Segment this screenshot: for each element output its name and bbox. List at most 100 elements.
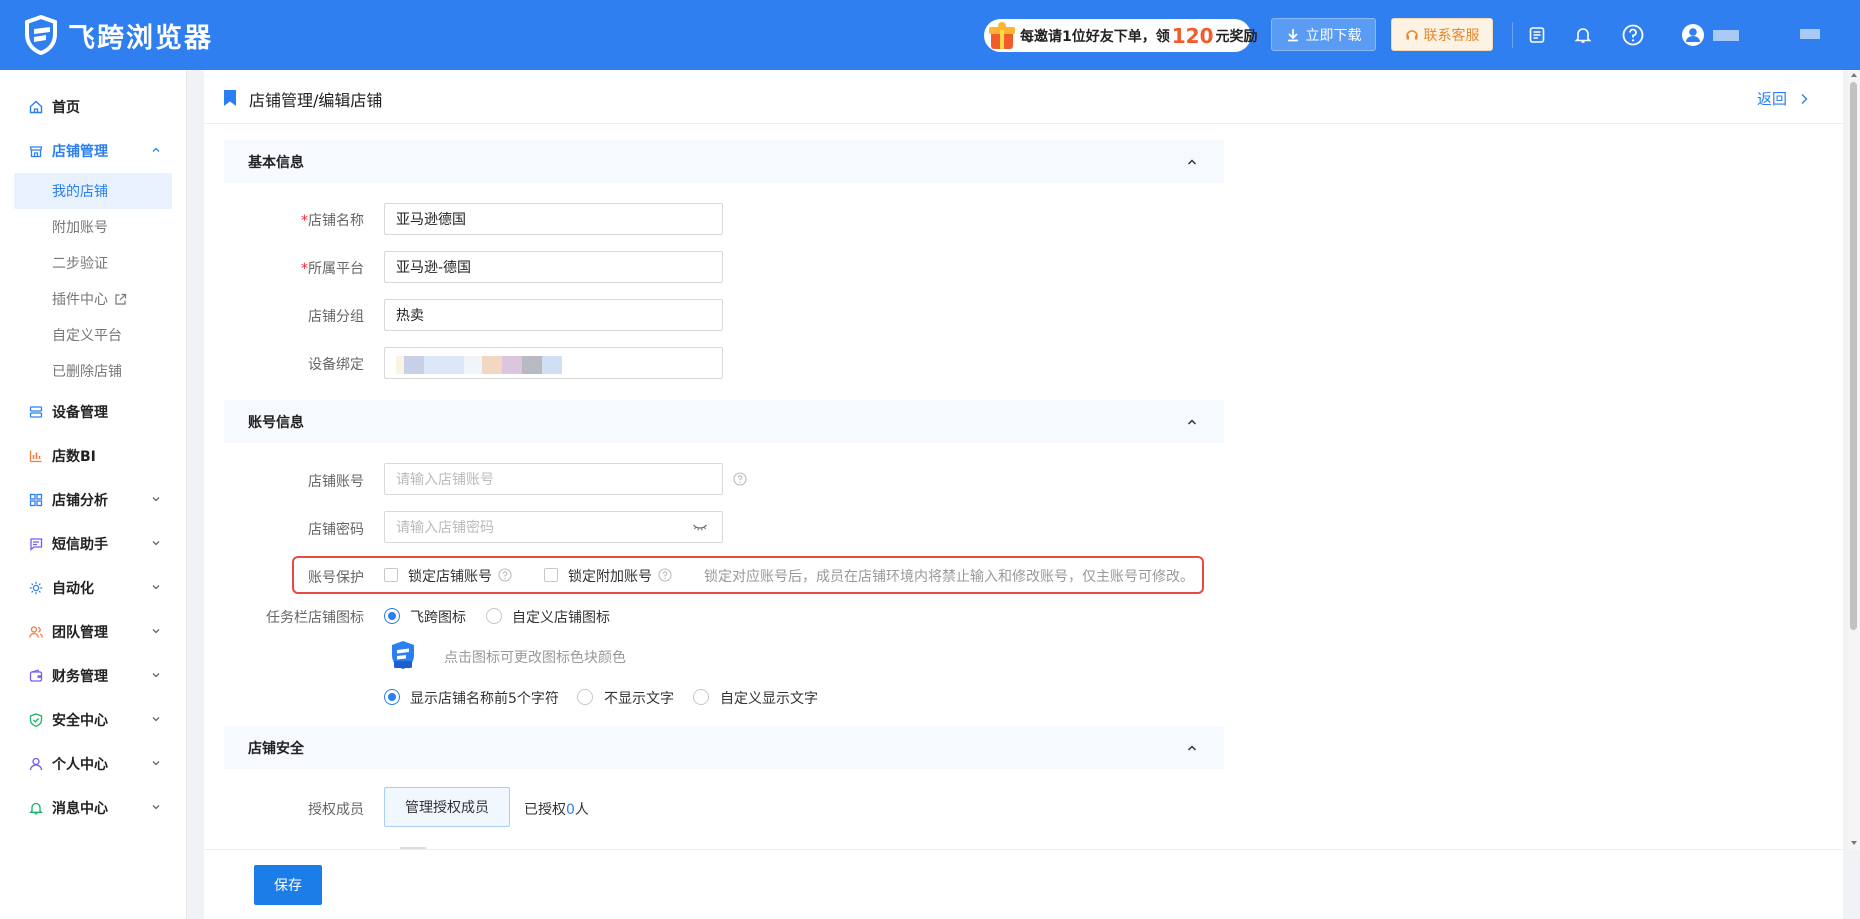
chevron-down-icon (152, 717, 160, 722)
user-avatar-icon[interactable] (1680, 22, 1706, 48)
question-circle-icon[interactable] (658, 568, 672, 582)
required-mark: * (301, 213, 308, 229)
device-binding-label: 设备绑定 (308, 357, 364, 373)
vertical-scrollbar[interactable] (1848, 70, 1860, 850)
sidebar-item-team-management[interactable]: 团队管理 (0, 615, 187, 649)
chevron-up-icon[interactable] (1186, 742, 1198, 754)
show-first-5-chars-radio[interactable] (384, 689, 400, 705)
platform-label: *所属平台 (204, 258, 364, 278)
header-divider (1512, 22, 1513, 48)
contact-service-button[interactable]: 联系客服 (1391, 18, 1493, 51)
subitem-label: 二步验证 (52, 256, 108, 272)
chevron-up-icon[interactable] (1186, 416, 1198, 428)
chevron-right-icon (1801, 93, 1808, 104)
platform-select[interactable]: 亚马逊-德国 (384, 251, 723, 283)
notes-icon[interactable] (1524, 22, 1550, 48)
eye-closed-icon[interactable] (692, 521, 708, 533)
device-binding-field[interactable] (384, 347, 723, 379)
store-icon (28, 143, 44, 159)
store-account-label: 店铺账号 (308, 474, 364, 490)
sidebar-item-label: 财务管理 (52, 669, 108, 685)
team-icon (28, 624, 44, 640)
section-basic-info[interactable]: 基本信息 (224, 140, 1224, 183)
scroll-up-arrow-icon[interactable] (1848, 70, 1860, 80)
section-store-security[interactable]: 店铺安全 (224, 726, 1224, 769)
lock-store-account-checkbox[interactable] (384, 568, 398, 582)
store-password-input[interactable]: 请输入店铺密码 (384, 511, 723, 543)
section-account-info[interactable]: 账号信息 (224, 400, 1224, 443)
sidebar-item-automation[interactable]: 自动化 (0, 571, 187, 605)
sidebar-subitem-additional-accounts[interactable]: 附加账号 (14, 209, 172, 245)
feikua-icon-option: 飞跨图标 (410, 610, 466, 626)
bell-icon (28, 800, 44, 816)
sidebar-subitem-plugin-center[interactable]: 插件中心 (14, 281, 172, 317)
lock-store-account-label: 锁定店铺账号 (408, 569, 492, 585)
page-title: 店铺管理/编辑店铺 (249, 91, 383, 110)
sidebar-item-label: 安全中心 (52, 713, 108, 729)
protection-hint: 锁定对应账号后，成员在店铺环境内将禁止输入和修改账号，仅主账号可修改。 (704, 569, 1194, 585)
subitem-label: 插件中心 (52, 292, 108, 308)
sidebar-item-home[interactable]: 首页 (0, 90, 187, 124)
sidebar-subitem-deleted-stores[interactable]: 已删除店铺 (14, 353, 172, 389)
custom-text-radio[interactable] (693, 689, 709, 705)
sidebar-item-sms-assistant[interactable]: 短信助手 (0, 527, 187, 561)
authorized-prefix: 已授权 (524, 802, 566, 818)
store-group-select[interactable]: 热卖 (384, 299, 723, 331)
custom-icon-radio[interactable] (486, 608, 502, 624)
sidebar-item-label: 设备管理 (52, 405, 108, 421)
sidebar-item-store-bi[interactable]: 店数BI (0, 439, 187, 473)
external-link-icon (115, 293, 127, 305)
sidebar-item-finance-management[interactable]: 财务管理 (0, 659, 187, 693)
question-circle-icon[interactable] (498, 568, 512, 582)
question-circle-icon[interactable] (733, 472, 747, 486)
wallet-icon (28, 668, 44, 684)
store-account-input[interactable]: 请输入店铺账号 (384, 463, 723, 495)
sidebar-item-personal-center[interactable]: 个人中心 (0, 747, 187, 781)
sidebar-item-message-center[interactable]: 消息中心 (0, 791, 187, 825)
chevron-down-icon (152, 629, 160, 634)
sidebar-item-store-management[interactable]: 店铺管理 (0, 134, 187, 168)
bell-icon[interactable] (1570, 22, 1596, 48)
chevron-up-icon (152, 147, 160, 152)
chevron-up-icon[interactable] (1186, 156, 1198, 168)
chevron-down-icon (152, 805, 160, 810)
help-icon[interactable] (1620, 22, 1646, 48)
authorized-suffix: 人 (574, 802, 589, 818)
sidebar-item-store-analysis[interactable]: 店铺分析 (0, 483, 187, 517)
bookmark-icon (224, 90, 236, 106)
authorized-count: 已授权0人 (524, 799, 589, 819)
scroll-thumb[interactable] (1850, 82, 1857, 630)
manage-button-label: 管理授权成员 (405, 800, 489, 816)
sidebar-item-device-management[interactable]: 设备管理 (0, 395, 187, 429)
store-taskbar-icon[interactable] (390, 640, 416, 670)
download-button[interactable]: 立即下载 (1271, 18, 1376, 51)
sun-gear-icon (28, 580, 44, 596)
sidebar-subitem-two-step-verification[interactable]: 二步验证 (14, 245, 172, 281)
feikua-icon-radio[interactable] (384, 608, 400, 624)
save-button[interactable]: 保存 (254, 865, 322, 905)
sidebar-item-security-center[interactable]: 安全中心 (0, 703, 187, 737)
shield-check-icon (28, 712, 44, 728)
form-footer: 保存 (204, 849, 1843, 919)
invite-promo-banner[interactable]: 每邀请1位好友下单，领 120 元奖励 (984, 19, 1258, 52)
promo-prefix: 每邀请1位好友下单，领 (1020, 28, 1170, 45)
required-mark: * (301, 261, 308, 277)
store-name-input[interactable]: 亚马逊德国 (384, 203, 723, 235)
authorized-members-label: 授权成员 (308, 802, 364, 818)
scroll-down-arrow-icon[interactable] (1848, 838, 1860, 848)
sidebar-subitem-custom-platform[interactable]: 自定义平台 (14, 317, 172, 353)
lock-extra-account-checkbox[interactable] (544, 568, 558, 582)
subitem-label: 附加账号 (52, 220, 108, 236)
app-logo[interactable]: 飞跨浏览器 (24, 14, 213, 56)
top-bar: 飞跨浏览器 每邀请1位好友下单，领 120 元奖励 立即下载 联系客服 (0, 0, 1860, 70)
no-text-radio[interactable] (577, 689, 593, 705)
manage-authorized-members-button[interactable]: 管理授权成员 (384, 787, 510, 827)
chevron-down-icon (152, 541, 160, 546)
device-value-blurred (396, 356, 562, 374)
username-blurred (1713, 30, 1739, 41)
sidebar-subitem-my-stores[interactable]: 我的店铺 (14, 173, 172, 209)
custom-text-option: 自定义显示文字 (720, 691, 818, 707)
window-menu-blurred[interactable] (1800, 29, 1820, 39)
section-title: 账号信息 (248, 414, 304, 431)
back-link[interactable]: 返回 (1757, 88, 1811, 109)
